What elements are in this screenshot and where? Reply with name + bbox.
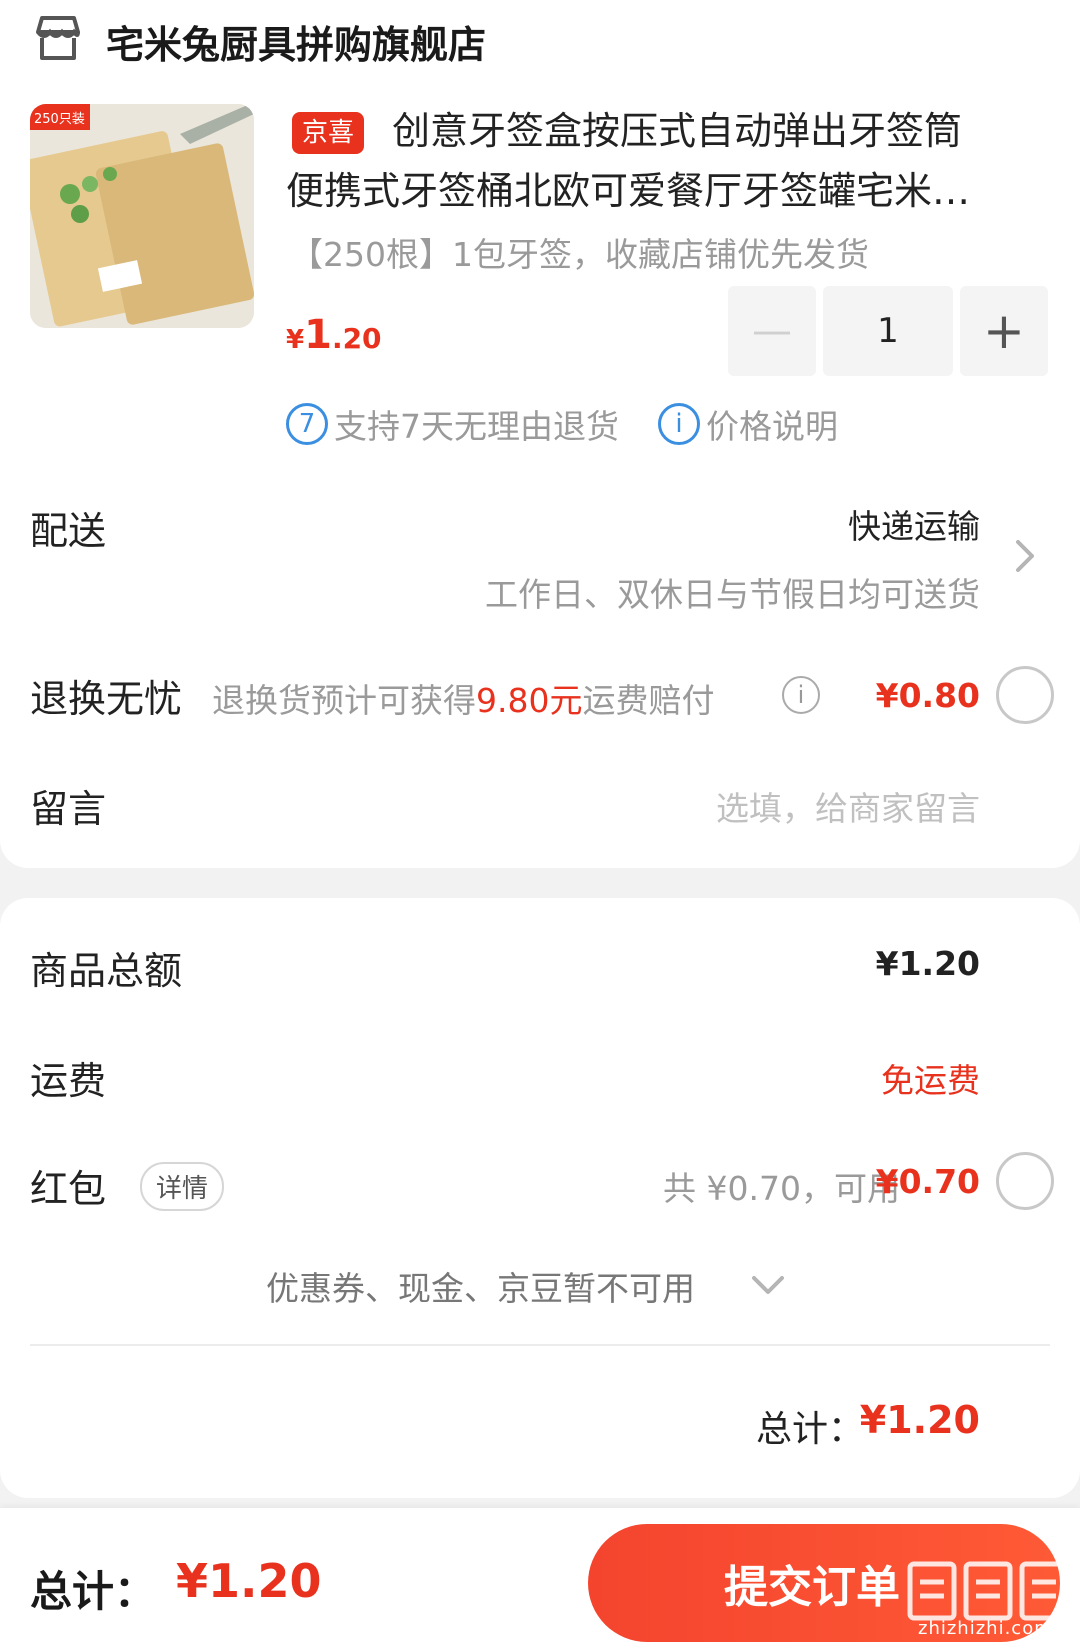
product-title-line2[interactable]: 便携式牙签桶北欧可爱餐厅牙签罐宅米… [286, 166, 1046, 216]
product-image[interactable]: 250只装 [30, 104, 254, 328]
hongbao-radio[interactable] [996, 1152, 1054, 1210]
shipping-value: 免运费 [881, 1061, 980, 1100]
return-insurance-label: 退换无忧 [30, 677, 183, 721]
product-spec[interactable]: 【250根】1包牙签，收藏店铺优先发货 [290, 228, 869, 276]
submit-order-label: 提交订单 [724, 1562, 900, 1613]
price-decimal: .20 [331, 322, 382, 355]
summary-total-label: 总计： [756, 1409, 865, 1450]
return-desc-prefix: 退换货预计可获得 [212, 681, 476, 720]
hongbao-detail-button[interactable]: 详情 [140, 1162, 225, 1211]
watermark-url: zhizhizhi.com [918, 1618, 1053, 1639]
thumb-label: 250只装 [34, 112, 85, 127]
footer-total-value: ¥1.20 [176, 1554, 322, 1608]
hongbao-total: 共 ¥0.70，可用 [663, 1169, 900, 1208]
return-insurance-desc: 退换货预计可获得9.80元运费赔付 [212, 674, 714, 722]
summary-total-value: ¥1.20 [859, 1398, 980, 1442]
goods-total-value: ¥1.20 [875, 944, 980, 983]
product-photo: 250只装 [30, 104, 254, 328]
chevron-down-icon[interactable] [748, 1270, 788, 1300]
info-icon[interactable]: i [782, 676, 820, 714]
return-policy[interactable]: 7 支持7天无理由退货 [286, 400, 619, 448]
coupon-note[interactable]: 优惠券、现金、京豆暂不可用 [266, 1262, 695, 1310]
jingxi-badge: 京喜 [292, 112, 365, 154]
price-symbol: ¥ [286, 325, 305, 355]
return-policy-label: 支持7天无理由退货 [334, 407, 619, 446]
return-desc-amount: 9.80元 [476, 681, 583, 720]
hongbao-available: ¥0.70 [875, 1162, 980, 1201]
delivery-method[interactable]: 快递运输 [848, 500, 980, 548]
shipping-label: 运费 [30, 1059, 107, 1103]
hongbao-label: 红包 [30, 1167, 107, 1211]
decrease-button[interactable]: — [728, 286, 816, 376]
info-icon: i [658, 403, 700, 445]
price-integer: 1 [304, 312, 332, 358]
footer-total-label: 总计： [30, 1567, 157, 1616]
delivery-note: 工作日、双休日与节假日均可送货 [485, 575, 980, 614]
quantity-value[interactable]: 1 [823, 286, 953, 376]
return-desc-suffix: 运费赔付 [582, 681, 715, 720]
message-input[interactable]: 选填，给商家留言 [716, 782, 980, 830]
divider [30, 1344, 1050, 1346]
store-name[interactable]: 宅米兔厨具拼购旗舰店 [106, 14, 486, 69]
price-explanation-label: 价格说明 [706, 407, 838, 446]
message-label: 留言 [30, 787, 107, 831]
price-explanation[interactable]: i 价格说明 [658, 400, 838, 448]
return-insurance-radio[interactable] [996, 666, 1054, 724]
store-icon [36, 16, 80, 60]
delivery-label: 配送 [30, 509, 107, 553]
chevron-right-icon[interactable] [1010, 536, 1040, 576]
product-title-line1[interactable]: 创意牙签盒按压式自动弹出牙签筒 [392, 106, 962, 156]
goods-total-label: 商品总额 [30, 949, 183, 993]
quantity-stepper: — 1 + [728, 286, 1048, 376]
seven-day-icon: 7 [286, 403, 328, 445]
increase-button[interactable]: + [960, 286, 1048, 376]
return-insurance-price: ¥0.80 [875, 676, 980, 715]
product-price: ¥1.20 [286, 312, 382, 358]
